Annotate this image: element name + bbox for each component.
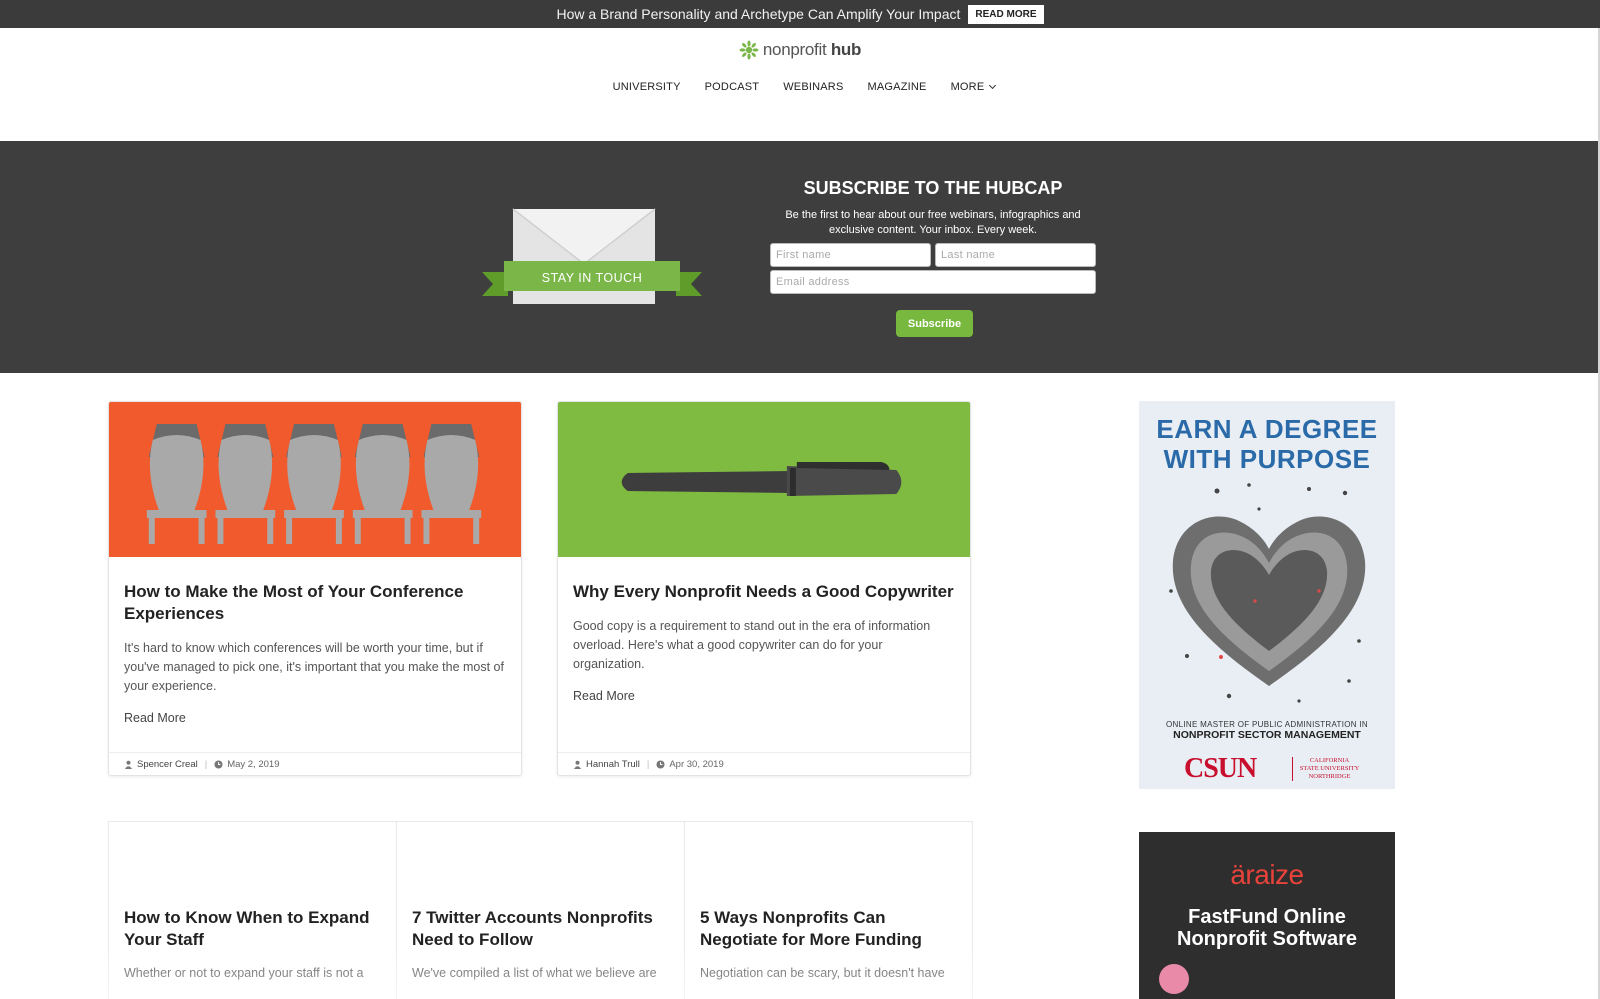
first-name-field[interactable] xyxy=(770,243,931,267)
nav-item-podcast[interactable]: PODCAST xyxy=(705,81,760,93)
meta-separator: | xyxy=(646,758,650,770)
page: How a Brand Personality and Archetype Ca… xyxy=(0,0,1600,999)
csun-university-name: CALIFORNIA STATE UNIVERSITY NORTHRIDGE xyxy=(1292,757,1362,781)
nav-item-more[interactable]: MORE xyxy=(950,81,997,93)
last-name-field[interactable] xyxy=(935,243,1096,267)
meta-separator: | xyxy=(204,758,208,770)
email-field[interactable] xyxy=(770,270,1096,294)
clock-icon xyxy=(214,759,223,769)
chevron-down-icon xyxy=(989,81,997,90)
article-title[interactable]: How to Make the Most of Your Conference … xyxy=(124,581,509,625)
article-excerpt: We've compiled a list of what we believe… xyxy=(412,966,657,980)
leaf-sunburst-icon xyxy=(739,40,759,60)
site-logo[interactable]: nonprofit hub xyxy=(0,40,1600,60)
csun-logo: CSUN xyxy=(1184,753,1257,784)
araize-ad[interactable]: äraize FastFund Online Nonprofit Softwar… xyxy=(1139,832,1395,999)
main-nav: UNIVERSITY PODCAST WEBINARS MAGAZINE MOR… xyxy=(0,81,1600,93)
brand-name-bold: hub xyxy=(830,40,862,59)
article-excerpt: Good copy is a requirement to stand out … xyxy=(573,619,931,671)
araize-logo: äraize xyxy=(1230,859,1304,890)
subscribe-section: STAY IN TOUCH SUBSCRIBE TO THE HUBCAP Be… xyxy=(0,141,1598,373)
user-icon xyxy=(124,760,133,769)
article-card-small[interactable]: 5 Ways Nonprofits Can Negotiate for More… xyxy=(684,821,973,999)
read-more-link[interactable]: Read More xyxy=(124,711,186,725)
brand-name-light: nonprofit xyxy=(762,40,827,59)
announcement-read-more-button[interactable]: READ MORE xyxy=(968,4,1044,24)
ad-subline: ONLINE MASTER OF PUBLIC ADMINISTRATION I… xyxy=(1166,720,1368,729)
pen-illustration[interactable] xyxy=(558,402,970,557)
article-title[interactable]: Why Every Nonprofit Needs a Good Copywri… xyxy=(573,581,958,603)
subscribe-button[interactable]: Subscribe xyxy=(896,310,973,337)
article-title[interactable]: 7 Twitter Accounts Nonprofits Need to Fo… xyxy=(412,907,674,951)
ad-headline: EARN A DEGREE WITH PURPOSE xyxy=(1139,414,1395,474)
article-date: May 2, 2019 xyxy=(227,758,280,770)
university-line-1: CALIFORNIA xyxy=(1309,757,1350,764)
announcement-text[interactable]: How a Brand Personality and Archetype Ca… xyxy=(556,6,960,22)
brand-name: nonprofit hub xyxy=(763,40,861,60)
article-date: Apr 30, 2019 xyxy=(669,758,724,770)
read-more-link[interactable]: Read More xyxy=(573,689,635,703)
article-meta: Spencer Creal | May 2, 2019 xyxy=(109,752,521,775)
nav-item-more-label: MORE xyxy=(950,81,985,93)
article-card[interactable]: Why Every Nonprofit Needs a Good Copywri… xyxy=(557,401,971,776)
nav-item-webinars[interactable]: WEBINARS xyxy=(783,81,843,93)
article-meta: Hannah Trull | Apr 30, 2019 xyxy=(558,752,970,775)
article-card-small[interactable]: How to Know When to Expand Your Staff Wh… xyxy=(108,821,397,999)
piggy-bank-image xyxy=(1159,964,1189,994)
subscribe-title: SUBSCRIBE TO THE HUBCAP xyxy=(803,178,1063,198)
ad-headline: FastFund Online Nonprofit Software xyxy=(1139,906,1395,950)
ad-subline-bold: NONPROFIT SECTOR MANAGEMENT xyxy=(1173,729,1361,741)
ad-headline-line-1: FastFund Online xyxy=(1188,906,1346,928)
article-excerpt: Negotiation can be scary, but it doesn't… xyxy=(700,966,945,980)
stay-in-touch-label: STAY IN TOUCH xyxy=(542,271,643,285)
chairs-illustration[interactable] xyxy=(109,402,521,557)
university-line-2: STATE UNIVERSITY xyxy=(1299,765,1360,772)
article-card[interactable]: How to Make the Most of Your Conference … xyxy=(108,401,522,776)
ad-headline-line-2: WITH PURPOSE xyxy=(1163,444,1371,474)
article-title[interactable]: How to Know When to Expand Your Staff xyxy=(124,907,386,951)
ad-headline-line-2: Nonprofit Software xyxy=(1177,928,1357,950)
article-excerpt: Whether or not to expand your staff is n… xyxy=(124,966,364,980)
announcement-bar: How a Brand Personality and Archetype Ca… xyxy=(0,0,1600,28)
article-excerpt: It's hard to know which conferences will… xyxy=(124,641,504,693)
university-line-3: NORTHRIDGE xyxy=(1308,773,1351,780)
envelope-icon: STAY IN TOUCH xyxy=(482,208,702,304)
csun-ad[interactable]: EARN A DEGREE WITH PURPOSE ONLINE MASTER… xyxy=(1139,401,1395,789)
clock-icon xyxy=(656,759,665,769)
ad-headline-line-1: EARN A DEGREE xyxy=(1156,414,1378,444)
nav-item-magazine[interactable]: MAGAZINE xyxy=(868,81,927,93)
article-author[interactable]: Hannah Trull xyxy=(586,759,640,770)
user-icon xyxy=(573,760,582,769)
subscribe-description: Be the first to hear about our free webi… xyxy=(785,209,1081,236)
nav-item-university[interactable]: UNIVERSITY xyxy=(613,81,681,93)
article-title[interactable]: 5 Ways Nonprofits Can Negotiate for More… xyxy=(700,907,962,951)
article-author[interactable]: Spencer Creal xyxy=(137,759,198,770)
crowd-heart-illustration xyxy=(1169,483,1366,703)
article-card-small[interactable]: 7 Twitter Accounts Nonprofits Need to Fo… xyxy=(396,821,685,999)
